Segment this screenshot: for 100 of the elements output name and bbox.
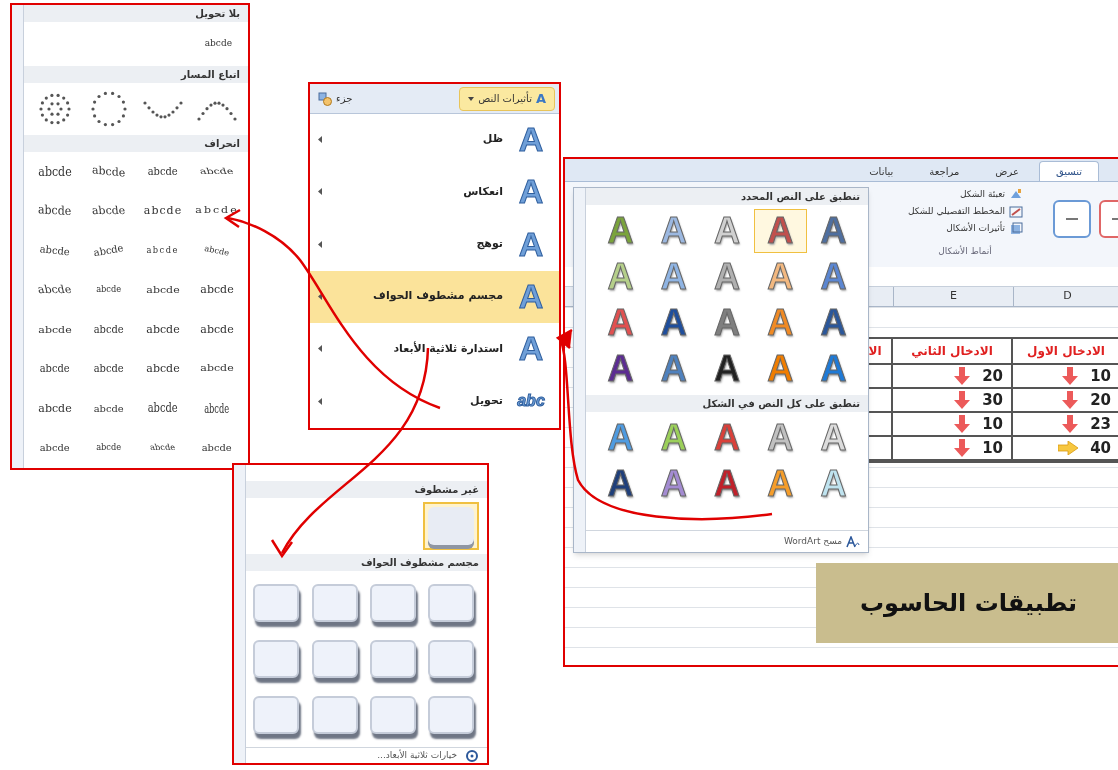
wordart-letter-style: A — [820, 351, 847, 387]
warp-style-sample[interactable]: abcde — [202, 440, 232, 456]
wordart-letter-style: A — [714, 213, 740, 249]
section-heading: غير مشطوف — [246, 481, 487, 498]
section-heading: مجسم مشطوف الحواف — [246, 554, 487, 571]
warp-style-sample[interactable]: abcde — [143, 203, 183, 220]
warp-style-sample[interactable]: abcde — [38, 201, 72, 222]
warp-style-sample[interactable]: abcde — [146, 321, 180, 338]
warp-style-sample[interactable]: abcde — [94, 401, 124, 417]
warp-style-sample[interactable]: abcde — [203, 242, 231, 260]
wordart-style[interactable]: A — [700, 462, 754, 506]
wordart-letter-style: A — [660, 305, 687, 341]
section-heading: بلا تحويل — [24, 5, 248, 22]
warp-style-sample[interactable]: abcde — [96, 284, 122, 297]
wordart-letter-style: A — [607, 213, 634, 249]
warp-style-sample[interactable]: abcde — [92, 240, 126, 261]
submenu-arrow-icon — [318, 345, 322, 353]
column-header[interactable]: D — [1013, 287, 1118, 306]
table-cell-text: 30 — [982, 389, 1003, 411]
wordart-style[interactable]: A — [594, 301, 648, 345]
ribbon-tab[interactable]: عرض — [979, 161, 1035, 181]
warp-style-sample[interactable]: abcde — [92, 161, 126, 182]
warp-style-sample[interactable]: abcde — [204, 398, 230, 420]
submenu-arrow-icon — [318, 240, 322, 248]
wordart-letter-style: A — [820, 466, 847, 502]
warp-style-sample[interactable]: abcde — [148, 399, 178, 418]
wordart-style[interactable]: A — [753, 209, 807, 253]
warp-style-sample[interactable]: abcde — [36, 282, 74, 299]
wordart-style[interactable]: A — [806, 209, 860, 253]
wordart-letter-style: A — [660, 420, 687, 456]
warp-style-sample[interactable]: abcde — [94, 321, 124, 338]
warp-style-sample[interactable]: abcde — [38, 322, 72, 338]
warp-style-sample[interactable]: abcde — [40, 440, 70, 456]
warp-style-sample[interactable]: abcde — [198, 165, 236, 178]
wordart-style[interactable]: A — [806, 255, 860, 299]
warp-style-sample[interactable]: abcde — [96, 442, 122, 455]
warp-style-sample[interactable]: abcde — [146, 361, 180, 378]
ribbon-tab[interactable]: بيانات — [853, 161, 910, 181]
scrollbar[interactable] — [12, 5, 24, 468]
wordart-style[interactable]: A — [700, 301, 754, 345]
clear-wordart-button[interactable]: مسح WordArt — [783, 534, 860, 549]
wordart-style[interactable]: A — [700, 347, 754, 391]
warp-style-sample[interactable]: abcde — [40, 361, 70, 378]
column-heading: الادخال الاول — [1011, 339, 1118, 365]
ribbon-command[interactable]: المخطط التفصيلي للشكل — [908, 205, 1023, 219]
warp-style-sample[interactable]: abcde — [200, 321, 234, 338]
wordart-letter-style: A — [767, 305, 794, 341]
warp-style-sample[interactable]: abcde — [200, 363, 234, 376]
wordart-style[interactable]: A — [700, 416, 754, 460]
three-d-options-button[interactable]: خيارات ثلاثية الأبعاد... — [377, 748, 479, 763]
ribbon-tab[interactable]: تنسيق — [1038, 161, 1099, 181]
warp-style-sample[interactable]: abcde — [38, 400, 72, 417]
submenu-arrow-icon — [318, 293, 322, 301]
table-cell-text: 10 — [982, 413, 1003, 435]
shape-style-swatch[interactable] — [1053, 200, 1091, 238]
wordart-style[interactable]: A — [647, 347, 701, 391]
wordart-letter-style: A — [767, 466, 794, 502]
sample-text[interactable]: abcde — [204, 37, 232, 51]
ribbon-command[interactable]: تأثيرات الأشكال — [946, 222, 1023, 236]
column-header[interactable]: E — [893, 287, 1013, 306]
table-cell-text: 23 — [1090, 413, 1111, 435]
shape-effects-icon — [1009, 222, 1023, 236]
warp-style-sample[interactable]: abcde — [39, 241, 71, 260]
wordart-letter-style: A — [767, 420, 794, 456]
warp-style-sample[interactable]: abcde — [146, 244, 180, 257]
warp-style-sample[interactable]: abcde — [200, 282, 234, 299]
wordart-letter-style: A — [607, 420, 634, 456]
warp-style-sample[interactable]: abcde — [146, 282, 180, 298]
warp-style-sample[interactable]: abcde — [91, 203, 127, 220]
wordart-letter-style: A — [714, 420, 740, 456]
down-arrow-icon — [1062, 367, 1079, 385]
section-heading: انحراف — [24, 135, 248, 152]
ribbon-tab[interactable]: مراجعة — [913, 161, 976, 181]
wordart-style[interactable]: A — [594, 347, 648, 391]
title-banner: تطبيقات الحاسوب — [816, 563, 1118, 643]
wordart-letter-style: A — [820, 420, 847, 456]
dropdown-caret-icon — [468, 96, 475, 101]
group-button[interactable]: جزء — [314, 91, 357, 106]
ribbon-command[interactable]: تعبئة الشكل — [959, 188, 1023, 202]
warp-style-sample[interactable]: abcde — [148, 163, 178, 180]
down-arrow-icon — [954, 367, 971, 385]
wordart-letter-style: A — [607, 351, 634, 387]
wordart-style[interactable]: A — [806, 301, 860, 345]
wordart-style[interactable]: A — [594, 462, 648, 506]
table-cell-text: 20 — [982, 365, 1003, 387]
wordart-style[interactable]: A — [806, 347, 860, 391]
down-arrow-icon — [954, 439, 971, 457]
scrollbar[interactable] — [234, 465, 246, 763]
wordart-style[interactable]: A — [647, 301, 701, 345]
bevel-style[interactable] — [423, 502, 479, 550]
shapes-icon — [318, 91, 332, 106]
warp-style-sample[interactable]: abcde — [149, 442, 177, 455]
warp-style-sample[interactable]: abcde — [38, 161, 72, 183]
submenu-arrow-icon — [318, 188, 322, 196]
section-heading: اتباع المسار — [24, 66, 248, 83]
warp-style-sample[interactable]: abcde — [195, 205, 239, 218]
scrollbar[interactable] — [574, 188, 586, 552]
submenu-arrow-icon — [318, 397, 322, 405]
wordart-letter-style: A — [820, 305, 847, 341]
warp-style-sample[interactable]: abcde — [94, 361, 124, 378]
